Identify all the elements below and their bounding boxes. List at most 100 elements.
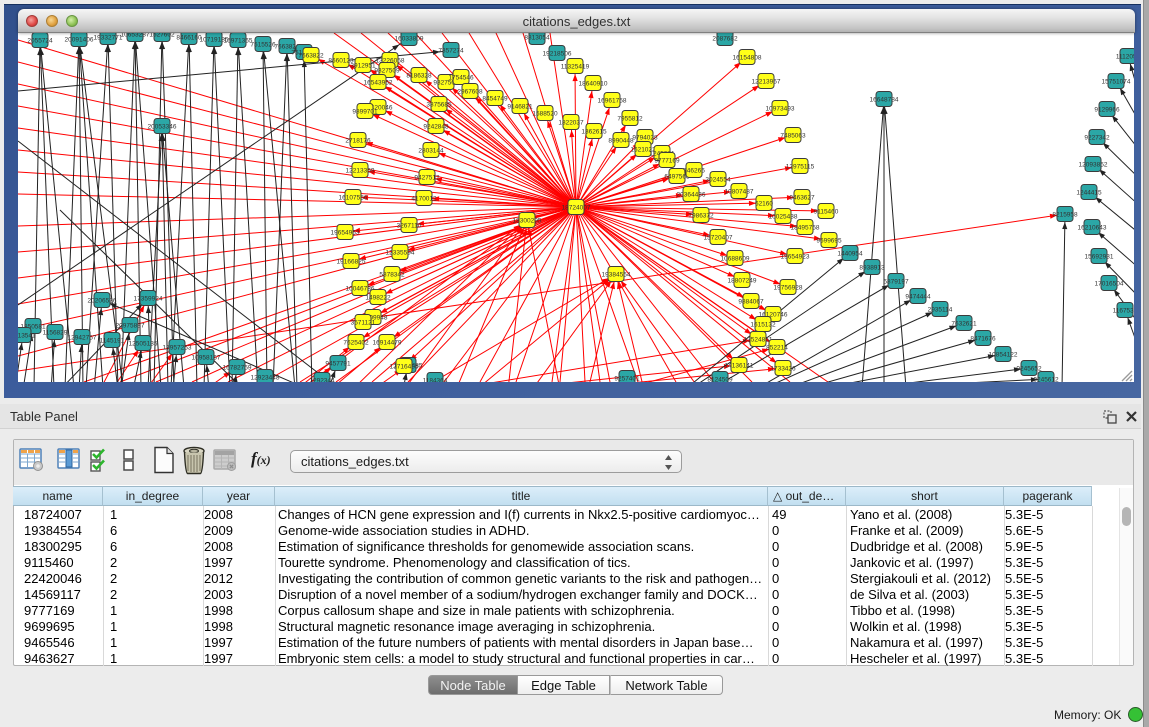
svg-text:19332771: 19332771 bbox=[94, 35, 123, 42]
svg-text:9129966: 9129966 bbox=[1094, 107, 1120, 114]
svg-text:10807487: 10807487 bbox=[725, 189, 754, 196]
svg-text:2087682: 2087682 bbox=[712, 36, 738, 43]
svg-text:18300295: 18300295 bbox=[513, 218, 542, 225]
svg-text:7515526: 7515526 bbox=[250, 42, 276, 49]
svg-text:8990448: 8990448 bbox=[608, 138, 634, 145]
svg-text:7357274: 7357274 bbox=[438, 48, 464, 55]
svg-text:62160: 62160 bbox=[755, 201, 773, 208]
svg-text:1244415: 1244415 bbox=[1076, 190, 1102, 197]
svg-text:8471676: 8471676 bbox=[970, 336, 996, 343]
svg-text:16033809: 16033809 bbox=[395, 36, 424, 43]
svg-text:20091406: 20091406 bbox=[65, 37, 94, 44]
svg-text:9899701: 9899701 bbox=[352, 109, 378, 116]
svg-text:9777169: 9777169 bbox=[654, 158, 680, 165]
svg-text:8454749: 8454749 bbox=[482, 96, 508, 103]
svg-text:12335594: 12335594 bbox=[386, 250, 415, 257]
svg-text:9115460: 9115460 bbox=[814, 209, 839, 216]
svg-text:8215958: 8215958 bbox=[1052, 212, 1078, 219]
svg-text:13716485: 13716485 bbox=[390, 364, 419, 371]
svg-text:12942757: 12942757 bbox=[68, 335, 97, 342]
svg-text:19756928: 19756928 bbox=[774, 285, 803, 292]
svg-text:1498222: 1498222 bbox=[365, 295, 391, 302]
svg-text:18807249: 18807249 bbox=[728, 278, 757, 285]
svg-text:18640910: 18640910 bbox=[579, 81, 608, 88]
svg-text:12505135: 12505135 bbox=[129, 341, 158, 348]
svg-text:18495758: 18495758 bbox=[791, 225, 820, 232]
svg-text:16782759: 16782759 bbox=[223, 365, 252, 372]
svg-text:12213369: 12213369 bbox=[346, 168, 375, 175]
svg-text:1822037: 1822037 bbox=[558, 120, 584, 127]
svg-text:2967608: 2967608 bbox=[457, 89, 483, 96]
svg-text:10958167: 10958167 bbox=[192, 355, 221, 362]
svg-text:10973493: 10973493 bbox=[766, 106, 795, 113]
svg-text:8186328: 8186328 bbox=[406, 73, 432, 80]
svg-text:2718176: 2718176 bbox=[345, 138, 371, 145]
svg-text:4170012: 4170012 bbox=[411, 196, 437, 203]
svg-text:3267110: 3267110 bbox=[397, 223, 422, 230]
svg-text:1733426: 1733426 bbox=[770, 366, 796, 373]
svg-text:5878342: 5878342 bbox=[379, 272, 405, 279]
svg-text:13524851: 13524851 bbox=[744, 337, 773, 344]
svg-text:15751074: 15751074 bbox=[1102, 79, 1131, 86]
svg-text:1145191: 1145191 bbox=[100, 338, 125, 345]
svg-text:14136141: 14136141 bbox=[725, 363, 754, 370]
svg-text:8938913: 8938913 bbox=[859, 265, 885, 272]
svg-text:9884067: 9884067 bbox=[738, 299, 764, 306]
svg-text:10025438: 10025438 bbox=[769, 214, 798, 221]
svg-text:17359924: 17359924 bbox=[134, 296, 163, 303]
svg-text:12923448: 12923448 bbox=[251, 375, 280, 382]
svg-text:1588520: 1588520 bbox=[532, 111, 558, 118]
svg-text:9257401: 9257401 bbox=[614, 376, 640, 383]
svg-text:9245652: 9245652 bbox=[1016, 366, 1042, 373]
svg-text:19384554: 19384554 bbox=[602, 272, 631, 279]
svg-text:9457791: 9457791 bbox=[325, 361, 351, 368]
svg-text:20975887: 20975887 bbox=[116, 323, 145, 330]
svg-text:16971365: 16971365 bbox=[224, 38, 253, 45]
svg-text:1112054: 1112054 bbox=[1116, 54, 1134, 61]
svg-text:9427512: 9427512 bbox=[414, 175, 440, 182]
svg-text:12975115: 12975115 bbox=[786, 164, 815, 171]
svg-text:1156829: 1156829 bbox=[43, 330, 68, 337]
svg-text:9474444: 9474444 bbox=[905, 294, 931, 301]
svg-text:16107556: 16107556 bbox=[339, 195, 368, 202]
svg-text:10688609: 10688609 bbox=[721, 256, 750, 263]
svg-text:16543962: 16543962 bbox=[364, 80, 393, 87]
svg-text:9327509: 9327509 bbox=[374, 68, 400, 75]
svg-text:6879197: 6879197 bbox=[883, 279, 909, 286]
svg-text:3875685: 3875685 bbox=[426, 102, 452, 109]
svg-text:15720407: 15720407 bbox=[704, 235, 733, 242]
svg-text:8124509: 8124509 bbox=[707, 377, 733, 383]
svg-text:8466160: 8466160 bbox=[176, 35, 202, 42]
svg-text:9242848: 9242848 bbox=[423, 124, 449, 131]
svg-text:9227342: 9227342 bbox=[1084, 135, 1110, 142]
svg-text:16154808: 16154808 bbox=[733, 55, 762, 62]
svg-text:16648784: 16648784 bbox=[870, 97, 899, 104]
svg-text:8813054: 8813054 bbox=[524, 35, 550, 42]
svg-text:9245612: 9245612 bbox=[1033, 377, 1059, 383]
svg-text:3912951: 3912951 bbox=[350, 63, 376, 70]
svg-text:2055724: 2055724 bbox=[27, 38, 53, 45]
svg-text:12213967: 12213967 bbox=[752, 79, 781, 86]
svg-text:9699695: 9699695 bbox=[816, 238, 842, 245]
svg-text:19654923: 19654923 bbox=[781, 254, 810, 261]
svg-text:17957253: 17957253 bbox=[163, 345, 192, 352]
svg-text:3024554: 3024554 bbox=[705, 177, 731, 184]
svg-text:1527602: 1527602 bbox=[149, 33, 175, 39]
svg-text:1440954: 1440954 bbox=[837, 251, 863, 258]
svg-text:9146821: 9146821 bbox=[507, 104, 533, 111]
svg-text:746266: 746266 bbox=[683, 168, 705, 175]
svg-text:1292344: 1292344 bbox=[309, 378, 335, 383]
svg-text:7663822: 7663822 bbox=[298, 53, 324, 60]
svg-text:11325419: 11325419 bbox=[561, 64, 590, 71]
svg-text:10653287: 10653287 bbox=[121, 33, 150, 39]
svg-text:9463627: 9463627 bbox=[789, 195, 815, 202]
svg-text:12093852: 12093852 bbox=[1079, 162, 1108, 169]
svg-text:20053346: 20053346 bbox=[148, 124, 177, 131]
svg-text:20364436: 20364436 bbox=[677, 192, 706, 199]
svg-text:10854122: 10854122 bbox=[989, 352, 1018, 359]
svg-text:9794028: 9794028 bbox=[632, 135, 658, 142]
svg-text:1754546: 1754546 bbox=[448, 75, 474, 82]
svg-text:19654963: 19654963 bbox=[331, 230, 360, 237]
svg-text:16914479: 16914479 bbox=[373, 340, 402, 347]
svg-text:2935114: 2935114 bbox=[928, 307, 953, 314]
